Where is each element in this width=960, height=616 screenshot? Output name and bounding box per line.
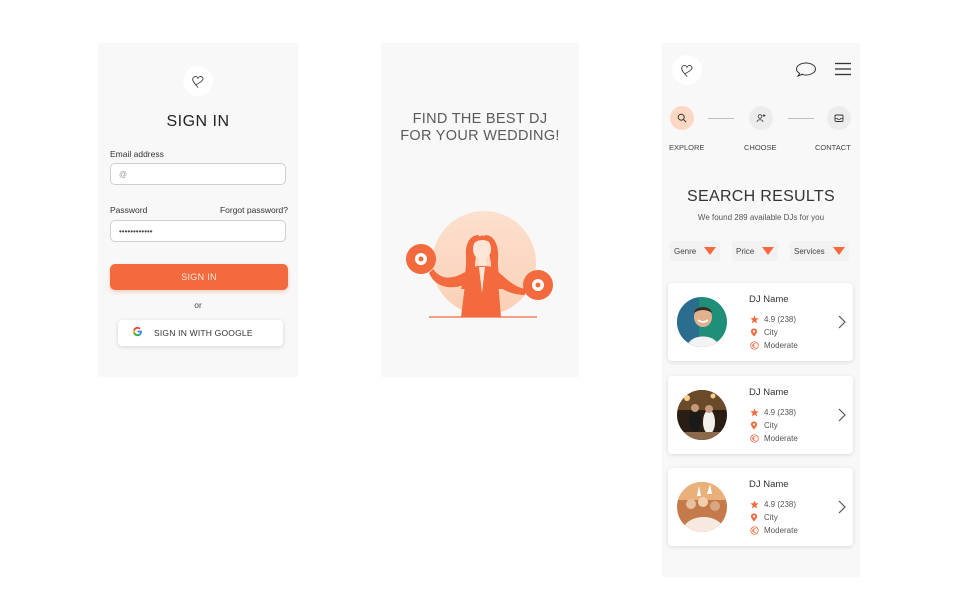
signin-title: SIGN IN	[166, 113, 230, 130]
or-separator: or	[194, 300, 202, 310]
dj-location: City	[749, 328, 778, 337]
dj-rating-text: 4.9 (238)	[764, 315, 797, 324]
email-label: Email address	[110, 149, 164, 159]
genre-filter[interactable]: Genre	[670, 241, 721, 261]
google-icon	[124, 326, 150, 340]
password-field[interactable]	[110, 220, 286, 242]
step-choose-label: CHOOSE	[744, 143, 777, 152]
chevron-right-icon[interactable]	[835, 498, 849, 516]
location-pin-icon	[749, 328, 759, 337]
services-filter-label: Services	[794, 246, 825, 256]
step-explore-label: EXPLORE	[669, 143, 705, 152]
landing-title-line2: FOR YOUR WEDDING!	[400, 128, 560, 144]
landing-title: FIND THE BEST DJ FOR YOUR WEDDING!	[381, 111, 579, 145]
heart-logo-icon	[183, 66, 213, 96]
signin-button[interactable]: SIGN IN	[110, 264, 288, 290]
menu-icon[interactable]	[834, 61, 852, 77]
dj-price: Moderate	[749, 434, 798, 443]
dj-avatar	[677, 482, 727, 532]
dj-city-text: City	[764, 421, 778, 430]
inbox-icon	[834, 114, 844, 122]
step-divider	[788, 118, 814, 119]
dj-result-card[interactable]: DJ Name 4.9 (238) City Moderate	[668, 376, 853, 454]
chevron-right-icon[interactable]	[835, 406, 849, 424]
google-signin-label: SIGN IN WITH GOOGLE	[154, 328, 253, 338]
star-icon	[749, 500, 759, 509]
landing-screen: FIND THE BEST DJ FOR YOUR WEDDING!	[381, 43, 579, 377]
search-icon	[677, 113, 687, 123]
dj-rating: 4.9 (238)	[749, 315, 796, 324]
step-contact-label: CONTACT	[815, 143, 851, 152]
dj-rating: 4.9 (238)	[749, 500, 796, 509]
dropdown-arrow-icon	[762, 247, 775, 255]
dj-result-card[interactable]: DJ Name 4.9 (238) City Moderate	[668, 283, 853, 361]
step-contact-button[interactable]	[827, 106, 851, 130]
dj-price-text: Moderate	[764, 341, 798, 350]
dj-rating-text: 4.9 (238)	[764, 500, 797, 509]
genre-filter-label: Genre	[674, 246, 697, 256]
dj-city-text: City	[764, 328, 778, 337]
user-add-icon	[756, 114, 766, 123]
location-pin-icon	[749, 421, 759, 430]
dj-price-text: Moderate	[764, 434, 798, 443]
star-icon	[749, 315, 759, 324]
chevron-right-icon[interactable]	[835, 313, 849, 331]
dj-name: DJ Name	[749, 387, 789, 398]
results-count: We found 289 available DJs for you	[697, 213, 825, 222]
dj-result-card[interactable]: DJ Name 4.9 (238) City Moderate	[668, 468, 853, 546]
dj-price: Moderate	[749, 526, 798, 535]
dj-location: City	[749, 421, 778, 430]
dj-price-text: Moderate	[764, 526, 798, 535]
dropdown-arrow-icon	[704, 247, 717, 255]
star-icon	[749, 408, 759, 417]
dj-name: DJ Name	[749, 479, 789, 490]
euro-icon	[749, 526, 759, 535]
chat-icon[interactable]	[794, 60, 818, 78]
dj-location: City	[749, 513, 778, 522]
euro-icon	[749, 434, 759, 443]
dj-woman-illustration	[406, 211, 553, 318]
dj-name: DJ Name	[749, 294, 789, 305]
heart-logo-icon	[672, 55, 702, 85]
euro-icon	[749, 341, 759, 350]
dj-city-text: City	[764, 513, 778, 522]
services-filter[interactable]: Services	[790, 241, 849, 261]
landing-title-line1: FIND THE BEST DJ	[412, 111, 548, 127]
dj-avatar	[677, 297, 727, 347]
forgot-password-link[interactable]: Forgot password?	[220, 205, 288, 215]
dj-avatar	[677, 390, 727, 440]
email-field[interactable]	[110, 163, 286, 185]
password-label: Password	[110, 205, 148, 215]
signin-screen: SIGN IN Email address Password Forgot pa…	[98, 43, 298, 377]
step-divider	[708, 118, 734, 119]
step-explore-button[interactable]	[670, 106, 694, 130]
google-signin-button[interactable]: SIGN IN WITH GOOGLE	[118, 320, 283, 346]
dj-rating: 4.9 (238)	[749, 408, 796, 417]
price-filter-label: Price	[736, 246, 755, 256]
price-filter[interactable]: Price	[732, 241, 779, 261]
dropdown-arrow-icon	[832, 247, 845, 255]
dj-rating-text: 4.9 (238)	[764, 408, 797, 417]
results-title: SEARCH RESULTS	[687, 188, 835, 205]
step-choose-button[interactable]	[749, 106, 773, 130]
dj-price: Moderate	[749, 341, 798, 350]
location-pin-icon	[749, 513, 759, 522]
results-screen: EXPLORE CHOOSE CONTACT SEARCH RESULTS We…	[662, 43, 860, 577]
